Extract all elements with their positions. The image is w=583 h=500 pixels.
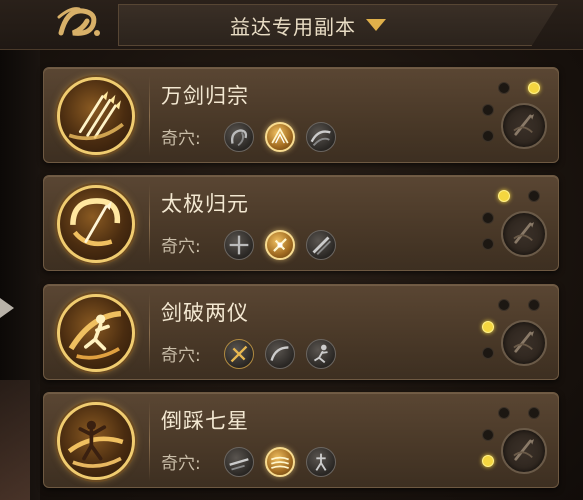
dark-figure-icon[interactable]	[306, 447, 336, 477]
dark-runner-icon[interactable]	[306, 339, 336, 369]
card-divider	[149, 401, 150, 481]
qixue-label: 奇穴:	[161, 346, 201, 366]
golden-cross-icon[interactable]	[224, 339, 254, 369]
slot-dot	[482, 429, 494, 441]
sword-rain-icon	[57, 77, 135, 155]
slot-dot	[528, 407, 540, 419]
slot-dot	[498, 82, 510, 94]
golden-burst-icon[interactable]	[265, 230, 295, 260]
card-divider	[149, 76, 150, 156]
slot-dot-active	[528, 82, 540, 94]
slot-dot-active	[482, 455, 494, 467]
golden-streak-icon[interactable]	[265, 447, 295, 477]
qixue-label: 奇穴:	[161, 454, 201, 474]
golden-blades-icon[interactable]	[265, 122, 295, 152]
card-divider	[149, 184, 150, 264]
leaping-swordsman-icon	[57, 294, 135, 372]
qixue-label: 奇穴:	[161, 237, 201, 257]
qixue-label: 奇穴:	[161, 129, 201, 149]
recipe-name: 倒踩七星	[161, 409, 249, 433]
dark-swirl-icon[interactable]	[224, 122, 254, 152]
slot-dot	[482, 347, 494, 359]
chunyang-sword-badge-icon	[501, 103, 547, 149]
chunyang-sword-badge-icon	[501, 428, 547, 474]
collapse-arrow-icon[interactable]	[0, 298, 14, 318]
dropdown-title: 益达专用副本	[230, 14, 356, 39]
slot-dot	[528, 190, 540, 202]
recipe-card-1[interactable]: 万剑归宗 奇穴:	[43, 67, 559, 163]
card-divider	[149, 293, 150, 373]
dark-pinwheel-icon[interactable]	[224, 230, 254, 260]
slot-dot-active	[498, 190, 510, 202]
recipe-card-4[interactable]: 倒踩七星 奇穴:	[43, 392, 559, 488]
dark-wave-icon[interactable]	[306, 122, 336, 152]
chunyang-sword-badge-icon	[501, 211, 547, 257]
recipe-name: 太极归元	[161, 192, 249, 216]
character-edge-decor	[0, 380, 30, 500]
recipe-panel: 益达专用副本 万剑归宗 奇穴: 太极归元 奇穴: 剑破两仪 奇穴: 倒踩七星 奇…	[0, 0, 583, 500]
taiji-sword-icon	[57, 185, 135, 263]
dark-arc-icon[interactable]	[265, 339, 295, 369]
slot-dot	[482, 238, 494, 250]
slot-dot	[482, 104, 494, 116]
slot-dot	[482, 212, 494, 224]
recipe-card-3[interactable]: 剑破两仪 奇穴:	[43, 284, 559, 380]
slot-dot	[498, 407, 510, 419]
copy-selector-dropdown[interactable]: 益达专用副本	[118, 4, 558, 46]
panel-header: 益达专用副本	[0, 0, 583, 50]
slot-dot	[498, 299, 510, 311]
slot-dot	[528, 299, 540, 311]
recipe-name: 剑破两仪	[161, 301, 249, 325]
slot-dot-active	[482, 321, 494, 333]
recipe-card-2[interactable]: 太极归元 奇穴:	[43, 175, 559, 271]
recipe-name: 万剑归宗	[161, 84, 249, 108]
dark-dash-icon[interactable]	[224, 447, 254, 477]
triangle-down-icon	[366, 19, 386, 31]
dark-slash-icon[interactable]	[306, 230, 336, 260]
slot-dot	[482, 130, 494, 142]
chunyang-sword-badge-icon	[501, 320, 547, 366]
calligraphy-seal-icon	[50, 0, 110, 46]
dancing-swordsman-icon	[57, 402, 135, 480]
